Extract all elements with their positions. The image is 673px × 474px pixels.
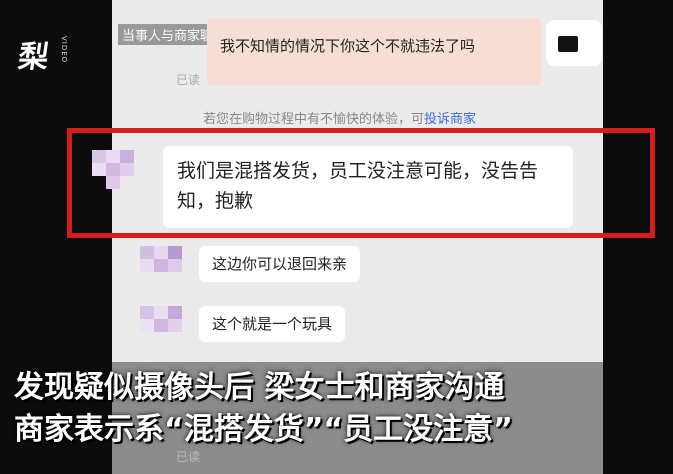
merchant-avatar[interactable] bbox=[140, 246, 182, 286]
merchant-reply-toy: 这个就是一个玩具 bbox=[199, 306, 346, 342]
logo-sub: VIDEO bbox=[60, 36, 68, 64]
merchant-avatar[interactable] bbox=[140, 306, 182, 346]
subtitle-line-1: 发现疑似摄像头后 梁女士和商家沟通 bbox=[14, 370, 505, 405]
self-message-text: 我不知情的情况下你这个不就违法了吗 bbox=[220, 37, 476, 55]
subtitle-line-2: 商家表示系“混搭发货”“员工没注意” bbox=[14, 412, 513, 447]
read-status: 已读 bbox=[176, 73, 201, 87]
complaint-link[interactable]: 投诉商家 bbox=[424, 112, 476, 127]
highlight-frame bbox=[67, 128, 655, 238]
complaint-notice: 若您在购物过程中有不愉快的体验，可投诉商家 bbox=[203, 108, 476, 127]
read-status: 已读 bbox=[176, 450, 201, 464]
merchant-reply-return: 这边你可以退回来亲 bbox=[199, 246, 361, 282]
notice-text: 若您在购物过程中有不愉快的体验，可 bbox=[203, 112, 425, 127]
self-avatar-mark bbox=[558, 36, 578, 52]
